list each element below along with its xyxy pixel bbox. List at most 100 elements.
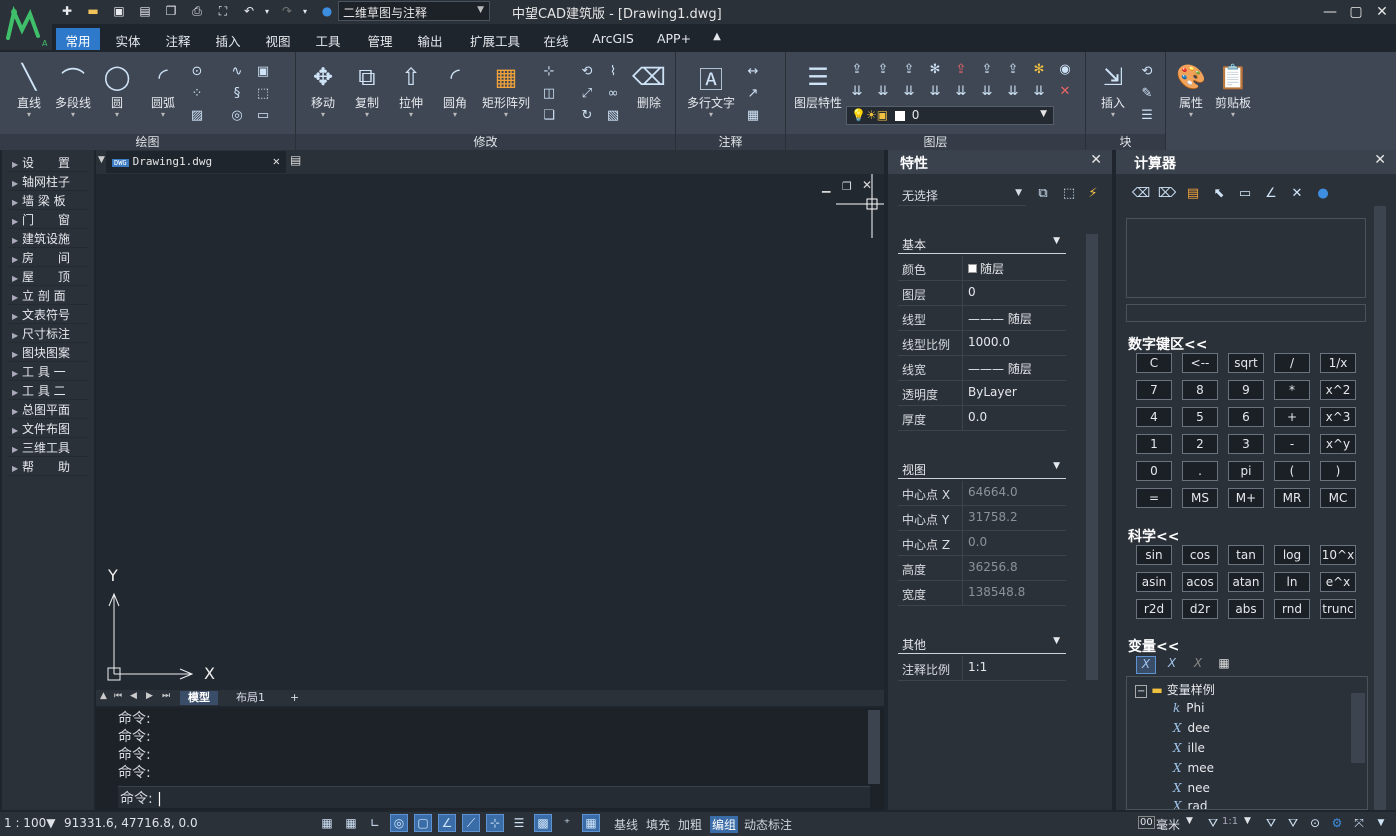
calc-key[interactable]: log	[1274, 545, 1310, 565]
calc-key[interactable]: rnd	[1274, 599, 1310, 619]
toggle-baseline[interactable]: 基线	[614, 816, 638, 833]
selection-filter-select[interactable]: 无选择 ▼	[898, 184, 1026, 206]
delete-variable-icon[interactable]: X	[1188, 656, 1208, 674]
list-item[interactable]: Xnee	[1173, 781, 1210, 795]
toggle-pickadd-icon[interactable]: ⧉	[1034, 184, 1052, 202]
spline-icon[interactable]: ∿	[228, 62, 246, 80]
palette-item[interactable]: ▶ 文件布图	[8, 420, 88, 438]
calc-key[interactable]: x^2	[1320, 380, 1356, 400]
layer-tool-icon[interactable]: ⇊	[1030, 82, 1048, 100]
calc-key[interactable]: 8	[1182, 380, 1218, 400]
list-item[interactable]: k Phi	[1173, 701, 1204, 715]
osnap-icon[interactable]: ▢	[414, 814, 432, 832]
viewport-minimize-icon[interactable]: ▁	[822, 180, 830, 193]
property-row[interactable]: 颜色 随层	[898, 256, 1066, 281]
gear-icon[interactable]: ⚙	[1328, 814, 1346, 832]
select-objects-icon[interactable]: ⬚	[1060, 184, 1078, 202]
app-logo[interactable]: A	[0, 0, 52, 50]
property-row[interactable]: 图层 0	[898, 281, 1066, 306]
copy-button[interactable]: ⧉ 复制 ▾	[344, 60, 390, 119]
calc-key[interactable]: 10^x	[1320, 545, 1356, 565]
calc-key[interactable]: MS	[1182, 488, 1218, 508]
toggle-dynamic-dimension[interactable]: 动态标注	[744, 816, 792, 833]
calc-key[interactable]: atan	[1228, 572, 1264, 592]
clear-history-icon[interactable]: ⌦	[1158, 184, 1176, 202]
get-coordinates-icon[interactable]: ⬉	[1210, 184, 1228, 202]
mirror-icon[interactable]: ◫	[540, 84, 558, 102]
calc-key[interactable]: r2d	[1136, 599, 1172, 619]
line-button[interactable]: ╲ 直线 ▾	[6, 60, 52, 119]
intersection-icon[interactable]: ✕	[1288, 184, 1306, 202]
annotation-monitor-icon[interactable]: ▦	[582, 814, 600, 832]
first-layout-icon[interactable]: ⏮	[114, 691, 122, 701]
view-section-header[interactable]: 视图 ▼	[898, 459, 1066, 479]
calc-key[interactable]: acos	[1182, 572, 1218, 592]
calc-key[interactable]: x^3	[1320, 407, 1356, 427]
toggle-fill[interactable]: 填充	[646, 816, 670, 833]
donut-icon[interactable]: ◎	[228, 106, 246, 124]
dimension-icon[interactable]: ↔	[744, 62, 762, 80]
calc-key[interactable]: 1	[1136, 434, 1172, 454]
layer-tool-icon[interactable]: ⇪	[900, 60, 918, 78]
chamfer-icon[interactable]: ▧	[604, 106, 622, 124]
calc-key[interactable]: .	[1182, 461, 1218, 481]
workspace-select[interactable]: 二维草图与注释 ▼	[338, 1, 490, 21]
palette-item[interactable]: ▶ 工 具 二	[8, 382, 88, 400]
snap-icon[interactable]: ▦	[342, 814, 360, 832]
insert-block-button[interactable]: ⇲ 插入 ▾	[1090, 60, 1136, 119]
layer-tool-icon[interactable]: ⇪	[978, 60, 996, 78]
undo-dropdown-icon[interactable]: ▾	[258, 2, 276, 20]
calc-key[interactable]: 4	[1136, 407, 1172, 427]
add-layout-tab[interactable]: +	[282, 691, 307, 705]
auto-scale-icon[interactable]: ⛛	[1284, 814, 1302, 832]
palette-item[interactable]: ▶ 三维工具	[8, 439, 88, 457]
tab-output[interactable]: 输出	[408, 28, 452, 50]
calc-key[interactable]: )	[1320, 461, 1356, 481]
annotation-scale-value[interactable]: 1:1	[1222, 816, 1238, 827]
layer-tool-icon[interactable]: ⇊	[952, 82, 970, 100]
layer-tool-icon[interactable]: ⇊	[926, 82, 944, 100]
print-icon[interactable]: ⎙	[188, 2, 206, 20]
palette-item[interactable]: ▶ 尺寸标注	[8, 325, 88, 343]
block-attr-icon[interactable]: ☰	[1138, 106, 1156, 124]
polyline-button[interactable]: ⌒ 多段线 ▾	[50, 60, 96, 119]
layer-tool-icon[interactable]: ⇊	[978, 82, 996, 100]
ribbon-collapse-icon[interactable]: ▲	[708, 28, 726, 50]
dyn-input-icon[interactable]: ⊹	[486, 814, 504, 832]
numpad-section-label[interactable]: 数字键区<<	[1128, 334, 1207, 354]
save-icon[interactable]: ▣	[110, 2, 128, 20]
viewport-close-icon[interactable]: ✕	[862, 178, 872, 192]
calc-key[interactable]: abs	[1228, 599, 1264, 619]
calc-key[interactable]: MR	[1274, 488, 1310, 508]
list-item[interactable]: Xdee	[1173, 721, 1210, 735]
circle-button[interactable]: ◯ 圆 ▾	[94, 60, 140, 119]
layer-select[interactable]: 💡☀▣ 0 ▼	[846, 106, 1054, 125]
palette-item[interactable]: ▶ 立 剖 面	[8, 287, 88, 305]
close-calculator-icon[interactable]: ✕	[1374, 152, 1386, 168]
calc-key[interactable]: /	[1274, 353, 1310, 373]
viewport-restore-icon[interactable]: ❐	[842, 180, 852, 193]
calc-key[interactable]: (	[1274, 461, 1310, 481]
palette-item[interactable]: ▶ 轴网柱子	[8, 173, 88, 191]
calc-key[interactable]: 0	[1136, 461, 1172, 481]
leader-icon[interactable]: ↗	[744, 84, 762, 102]
property-row[interactable]: 注释比例 1:1	[898, 656, 1066, 681]
close-properties-icon[interactable]: ✕	[1090, 152, 1102, 168]
palette-item[interactable]: ▶ 文表符号	[8, 306, 88, 324]
calc-key[interactable]: =	[1136, 488, 1172, 508]
tab-common[interactable]: 常用	[56, 28, 100, 50]
close-tab-icon[interactable]: ✕	[273, 154, 280, 168]
minimize-button[interactable]: —	[1316, 0, 1344, 24]
calc-key[interactable]: tan	[1228, 545, 1264, 565]
next-layout-icon[interactable]: ▶	[146, 691, 153, 701]
new-variable-icon[interactable]: X	[1136, 656, 1156, 674]
redo-icon[interactable]: ↷	[278, 2, 296, 20]
palette-item[interactable]: ▶ 工 具 一	[8, 363, 88, 381]
property-row[interactable]: 透明度 ByLayer	[898, 381, 1066, 406]
layer-tool-icon[interactable]: ⇊	[848, 82, 866, 100]
tab-arcgis[interactable]: ArcGIS	[586, 28, 640, 50]
mtext-button[interactable]: 🄰 多行文字 ▾	[684, 60, 738, 119]
calc-key[interactable]: trunc	[1320, 599, 1356, 619]
paste-value-icon[interactable]: ▤	[1184, 184, 1202, 202]
calc-input-field[interactable]	[1126, 304, 1366, 322]
